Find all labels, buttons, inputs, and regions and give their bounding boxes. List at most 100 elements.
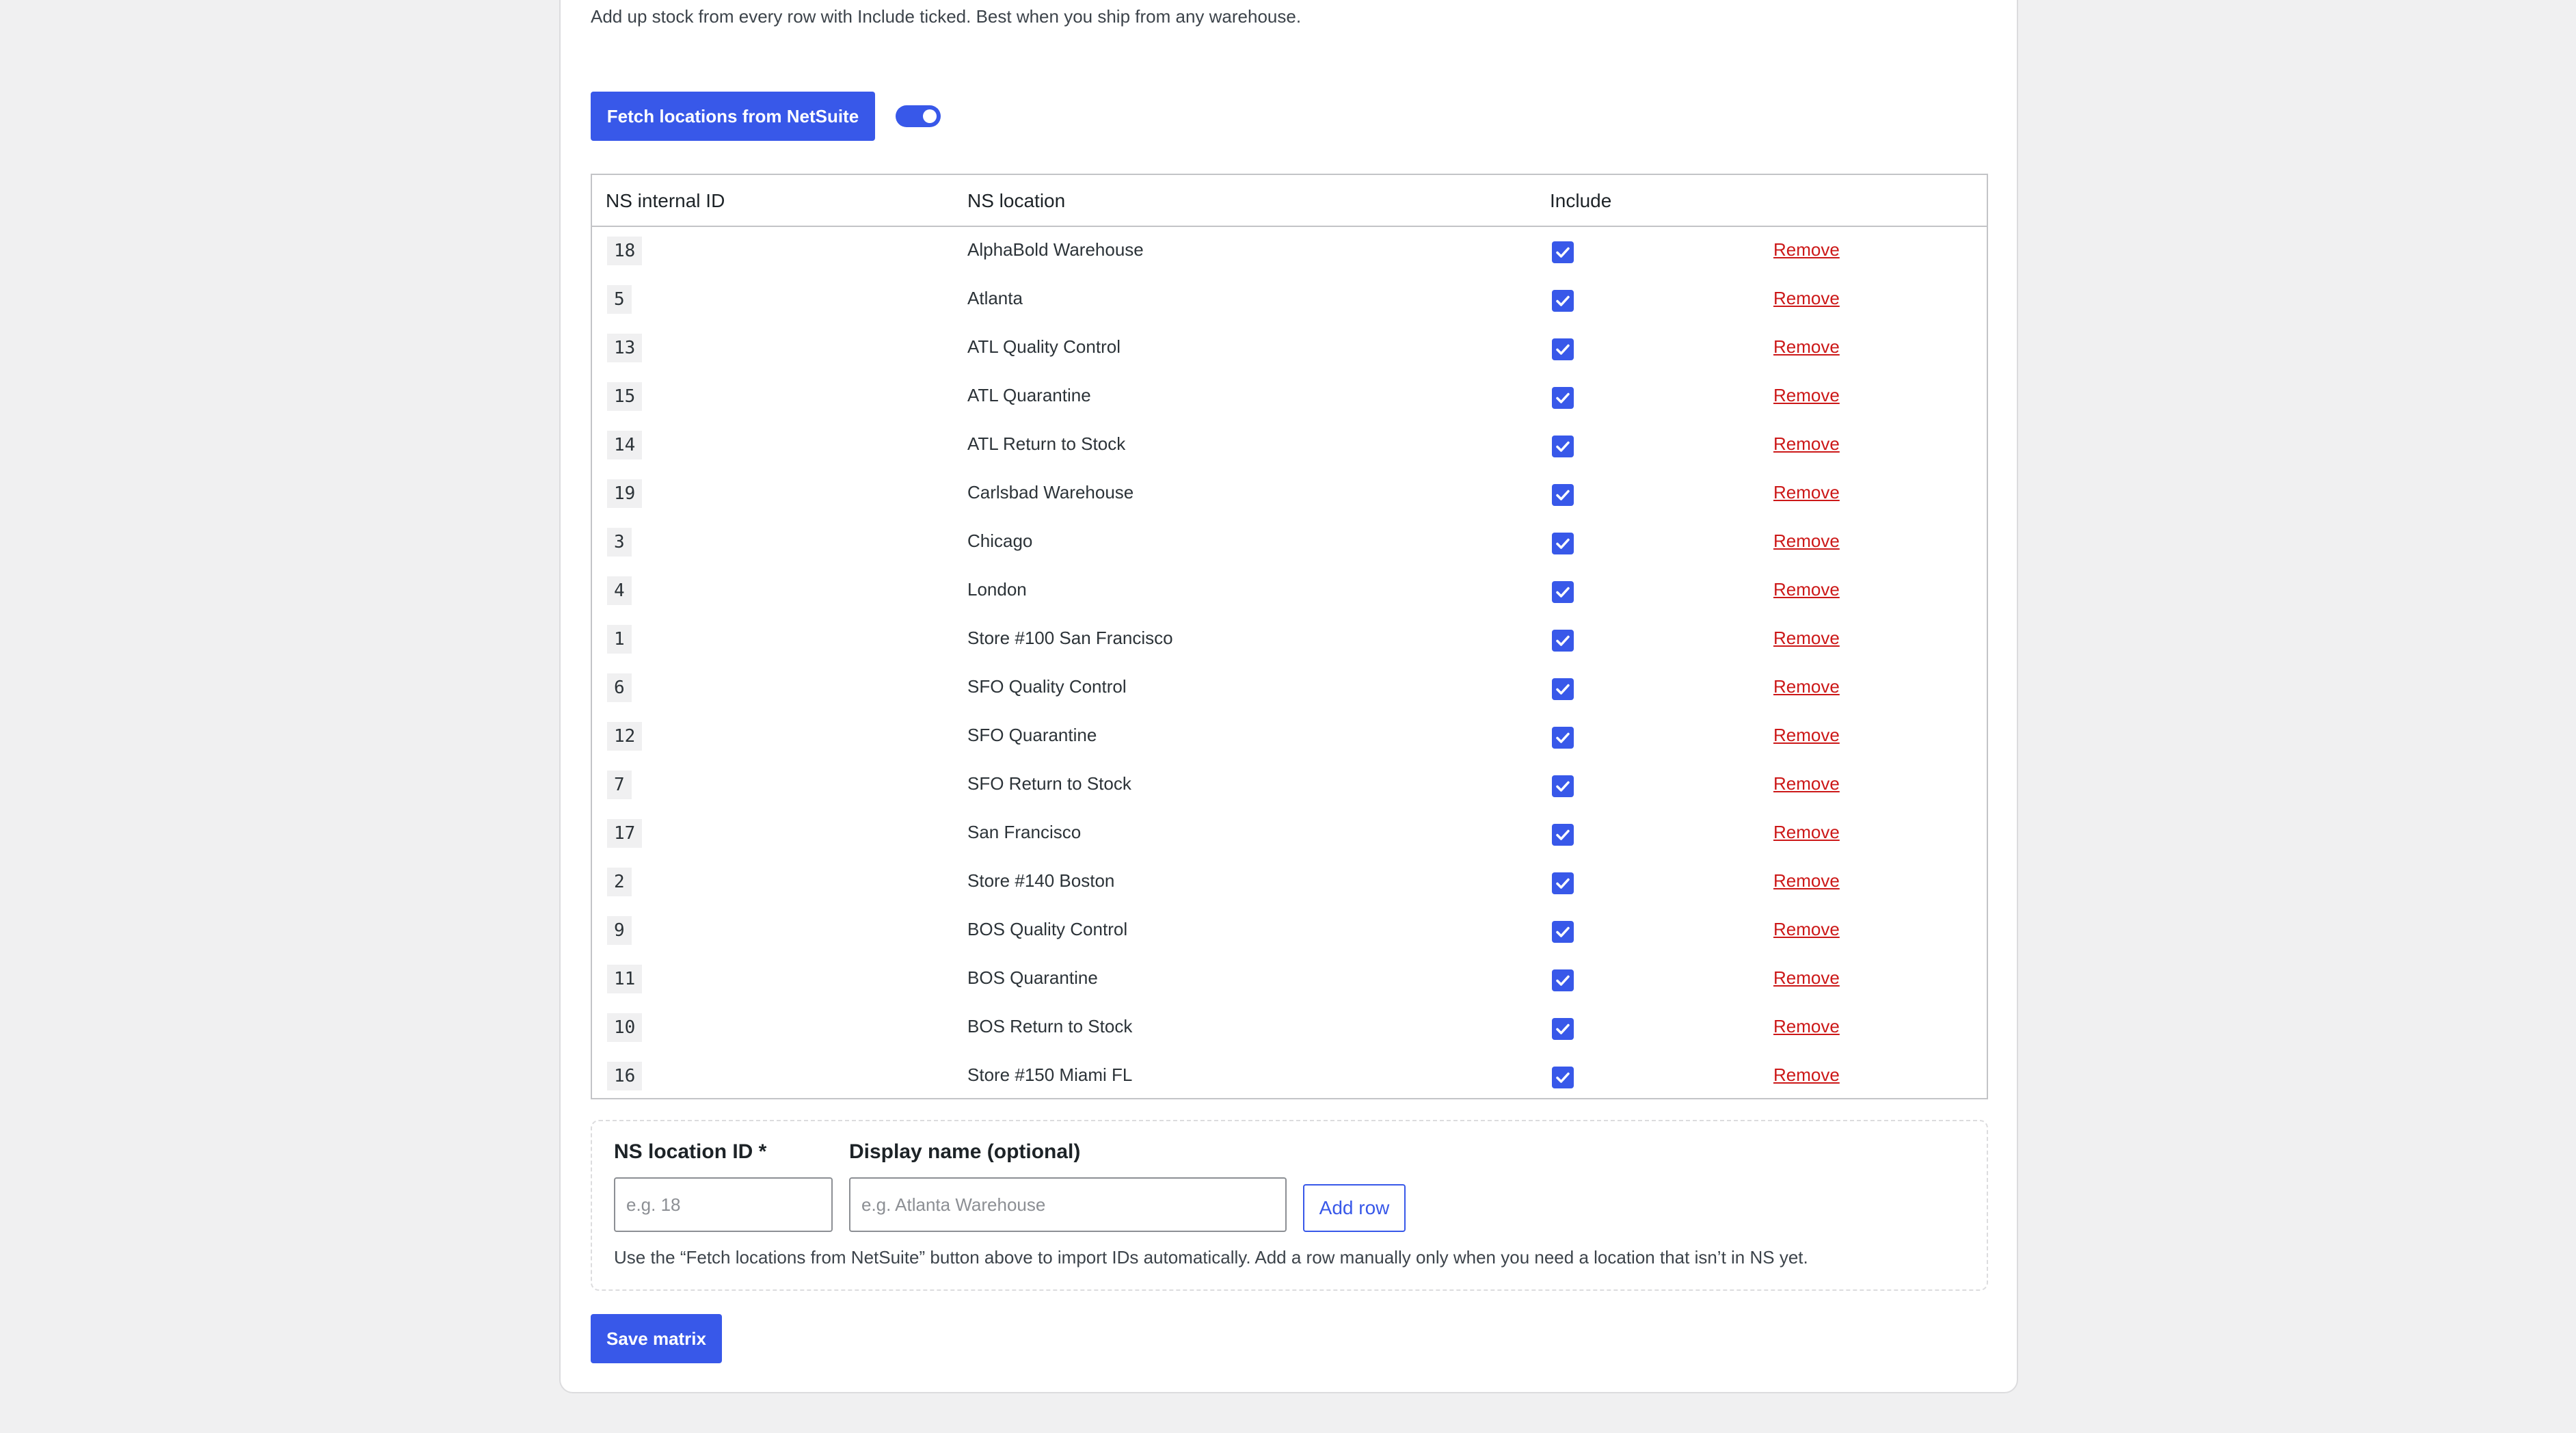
table-row: 12 SFO Quarantine Remove bbox=[592, 712, 1987, 761]
remove-link[interactable]: Remove bbox=[1773, 385, 1840, 406]
include-checkbox[interactable] bbox=[1552, 678, 1574, 700]
include-checkbox[interactable] bbox=[1552, 921, 1574, 943]
ns-internal-id-cell: 11 bbox=[607, 965, 643, 993]
table-row: 7 SFO Return to Stock Remove bbox=[592, 761, 1987, 809]
checkmark-icon bbox=[1556, 344, 1570, 355]
remove-link[interactable]: Remove bbox=[1773, 1064, 1840, 1086]
table-row: 14 ATL Return to Stock Remove bbox=[592, 421, 1987, 470]
add-row-help-text: Use the “Fetch locations from NetSuite” … bbox=[614, 1247, 1808, 1268]
save-matrix-button[interactable]: Save matrix bbox=[591, 1314, 722, 1363]
remove-link[interactable]: Remove bbox=[1773, 1016, 1840, 1037]
table-row: 11 BOS Quarantine Remove bbox=[592, 955, 1987, 1004]
locations-table: NS internal ID NS location Include 18 Alp… bbox=[591, 174, 1988, 1099]
remove-link[interactable]: Remove bbox=[1773, 482, 1840, 503]
table-row: 2 Store #140 Boston Remove bbox=[592, 858, 1987, 907]
table-row: 9 BOS Quality Control Remove bbox=[592, 907, 1987, 955]
remove-link[interactable]: Remove bbox=[1773, 336, 1840, 358]
table-row: 15 ATL Quarantine Remove bbox=[592, 373, 1987, 421]
checkmark-icon bbox=[1556, 490, 1570, 500]
ns-location-cell: BOS Quality Control bbox=[967, 919, 1128, 939]
checkmark-icon bbox=[1556, 829, 1570, 840]
remove-link[interactable]: Remove bbox=[1773, 239, 1840, 260]
ns-location-cell: London bbox=[967, 579, 1027, 600]
toggle-knob bbox=[923, 109, 937, 123]
ns-location-cell: Atlanta bbox=[967, 288, 1023, 308]
header-ns-internal-id: NS internal ID bbox=[606, 190, 725, 211]
ns-location-cell: Store #100 San Francisco bbox=[967, 628, 1173, 648]
include-checkbox[interactable] bbox=[1552, 533, 1574, 554]
ns-internal-id-cell: 10 bbox=[607, 1013, 643, 1042]
checkmark-icon bbox=[1556, 392, 1570, 403]
ns-internal-id-cell: 3 bbox=[607, 528, 632, 557]
include-checkbox[interactable] bbox=[1552, 630, 1574, 652]
ns-location-cell: San Francisco bbox=[967, 822, 1082, 842]
section-description: Add up stock from every row with Include… bbox=[591, 6, 1302, 27]
include-checkbox[interactable] bbox=[1552, 775, 1574, 797]
remove-link[interactable]: Remove bbox=[1773, 531, 1840, 552]
table-row: 17 San Francisco Remove bbox=[592, 809, 1987, 858]
remove-link[interactable]: Remove bbox=[1773, 822, 1840, 843]
ns-location-cell: AlphaBold Warehouse bbox=[967, 239, 1144, 260]
table-row: 19 Carlsbad Warehouse Remove bbox=[592, 470, 1987, 518]
include-checkbox[interactable] bbox=[1552, 241, 1574, 263]
ns-internal-id-cell: 15 bbox=[607, 382, 643, 411]
ns-location-cell: Store #140 Boston bbox=[967, 870, 1115, 891]
remove-link[interactable]: Remove bbox=[1773, 967, 1840, 989]
checkmark-icon bbox=[1556, 732, 1570, 743]
checkmark-icon bbox=[1556, 926, 1570, 937]
table-row: 5 Atlanta Remove bbox=[592, 276, 1987, 324]
checkmark-icon bbox=[1556, 587, 1570, 598]
checkmark-icon bbox=[1556, 538, 1570, 549]
table-header: NS internal ID NS location Include bbox=[592, 175, 1987, 227]
remove-link[interactable]: Remove bbox=[1773, 725, 1840, 746]
ns-internal-id-cell: 5 bbox=[607, 285, 632, 314]
ns-location-cell: Store #150 Miami FL bbox=[967, 1064, 1133, 1085]
ns-location-cell: SFO Return to Stock bbox=[967, 773, 1131, 794]
checkmark-icon bbox=[1556, 684, 1570, 695]
table-row: 4 London Remove bbox=[592, 567, 1987, 615]
include-checkbox[interactable] bbox=[1552, 1018, 1574, 1040]
include-checkbox[interactable] bbox=[1552, 484, 1574, 506]
remove-link[interactable]: Remove bbox=[1773, 288, 1840, 309]
ns-location-id-input[interactable] bbox=[614, 1177, 833, 1232]
table-row: 1 Store #100 San Francisco Remove bbox=[592, 615, 1987, 664]
ns-internal-id-cell: 17 bbox=[607, 819, 643, 848]
ns-internal-id-cell: 6 bbox=[607, 673, 632, 702]
include-checkbox[interactable] bbox=[1552, 436, 1574, 457]
add-row-button[interactable]: Add row bbox=[1303, 1184, 1406, 1232]
ns-internal-id-cell: 2 bbox=[607, 868, 632, 896]
include-checkbox[interactable] bbox=[1552, 872, 1574, 894]
remove-link[interactable]: Remove bbox=[1773, 433, 1840, 455]
ns-internal-id-cell: 1 bbox=[607, 625, 632, 654]
ns-internal-id-cell: 13 bbox=[607, 334, 643, 362]
ns-internal-id-cell: 19 bbox=[607, 479, 643, 508]
display-name-label: Display name (optional) bbox=[849, 1140, 1081, 1163]
remove-link[interactable]: Remove bbox=[1773, 628, 1840, 649]
ns-location-cell: BOS Return to Stock bbox=[967, 1016, 1133, 1036]
table-row: 16 Store #150 Miami FL Remove bbox=[592, 1052, 1987, 1101]
display-name-input[interactable] bbox=[849, 1177, 1287, 1232]
ns-internal-id-cell: 9 bbox=[607, 916, 632, 945]
auto-fetch-toggle[interactable] bbox=[896, 105, 941, 127]
include-checkbox[interactable] bbox=[1552, 1067, 1574, 1088]
ns-location-cell: Chicago bbox=[967, 531, 1033, 551]
include-checkbox[interactable] bbox=[1552, 824, 1574, 846]
include-checkbox[interactable] bbox=[1552, 338, 1574, 360]
table-row: 6 SFO Quality Control Remove bbox=[592, 664, 1987, 712]
ns-internal-id-cell: 7 bbox=[607, 771, 632, 799]
remove-link[interactable]: Remove bbox=[1773, 579, 1840, 600]
checkmark-icon bbox=[1556, 441, 1570, 452]
remove-link[interactable]: Remove bbox=[1773, 919, 1840, 940]
remove-link[interactable]: Remove bbox=[1773, 773, 1840, 794]
include-checkbox[interactable] bbox=[1552, 290, 1574, 312]
remove-link[interactable]: Remove bbox=[1773, 676, 1840, 697]
ns-internal-id-cell: 18 bbox=[607, 237, 643, 265]
include-checkbox[interactable] bbox=[1552, 581, 1574, 603]
include-checkbox[interactable] bbox=[1552, 387, 1574, 409]
remove-link[interactable]: Remove bbox=[1773, 870, 1840, 892]
checkmark-icon bbox=[1556, 295, 1570, 306]
checkmark-icon bbox=[1556, 878, 1570, 889]
include-checkbox[interactable] bbox=[1552, 969, 1574, 991]
fetch-locations-button[interactable]: Fetch locations from NetSuite bbox=[591, 92, 875, 141]
include-checkbox[interactable] bbox=[1552, 727, 1574, 749]
